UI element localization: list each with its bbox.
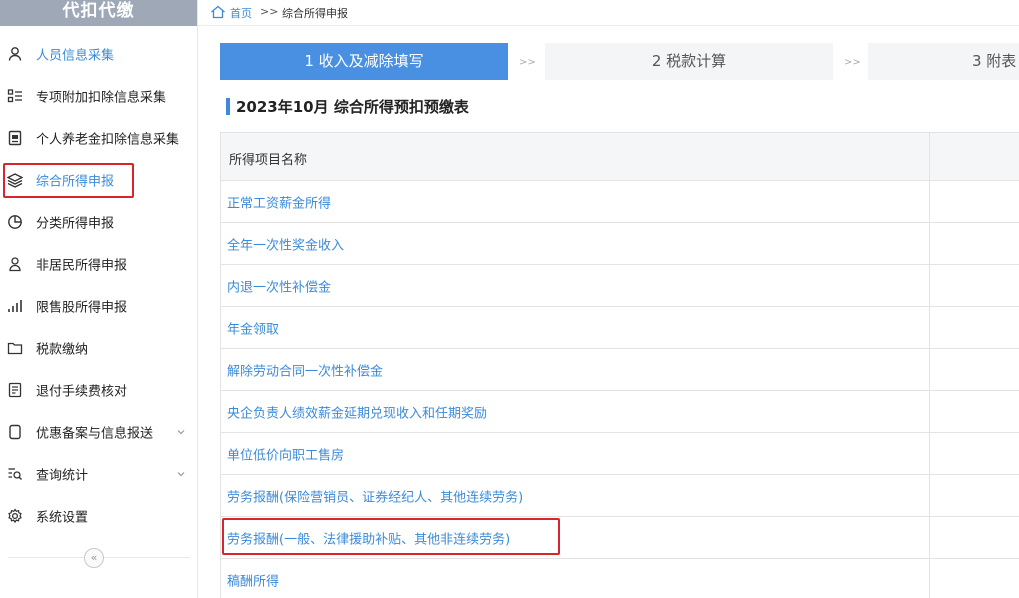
- sidebar-item-personnel-info[interactable]: 人员信息采集: [0, 35, 198, 73]
- person-icon: [6, 45, 24, 63]
- table-row[interactable]: 单位低价向职工售房: [221, 433, 1019, 475]
- page-title: 2023年10月 综合所得预扣预缴表: [236, 98, 469, 116]
- sidebar-item-label: 系统设置: [36, 510, 89, 526]
- highlight-box-table-row: [222, 518, 560, 555]
- step-attachment-label: 3 附表: [972, 52, 1017, 70]
- folder-icon: [6, 339, 24, 357]
- search-list-icon: [6, 465, 24, 483]
- sidebar-item-preferential-filing[interactable]: 优惠备案与信息报送: [0, 413, 198, 451]
- step-tax-calculation[interactable]: 2 税款计算: [545, 43, 833, 80]
- highlight-box-sidebar: [3, 163, 134, 198]
- sidebar-item-special-deduction[interactable]: 专项附加扣除信息采集: [0, 77, 198, 115]
- receipt-icon: [6, 381, 24, 399]
- file-icon: [6, 423, 24, 441]
- list-icon: [6, 87, 24, 105]
- sidebar-item-label: 个人养老金扣除信息采集: [36, 132, 180, 148]
- step-arrow: >>: [844, 57, 861, 68]
- table-row[interactable]: 稿酬所得: [221, 559, 1019, 598]
- sidebar-item-label: 退付手续费核对: [36, 384, 128, 400]
- sidebar-item-label: 优惠备案与信息报送: [36, 426, 154, 442]
- row-link[interactable]: 全年一次性奖金收入: [227, 234, 344, 253]
- table-row[interactable]: 央企负责人绩效薪金延期兑现收入和任期奖励: [221, 391, 1019, 433]
- chevron-down-icon: [177, 472, 185, 477]
- row-link[interactable]: 年金领取: [227, 318, 279, 337]
- row-link[interactable]: 稿酬所得: [227, 570, 279, 589]
- sidebar-item-label: 非居民所得申报: [36, 258, 128, 274]
- sidebar-item-system-settings[interactable]: 系统设置: [0, 497, 198, 535]
- table-row[interactable]: 解除劳动合同一次性补偿金: [221, 349, 1019, 391]
- sidebar-item-label: 人员信息采集: [36, 48, 115, 64]
- sidebar-item-label: 税款缴纳: [36, 342, 89, 358]
- user-outline-icon: [6, 255, 24, 273]
- sidebar-item-classified-income[interactable]: 分类所得申报: [0, 203, 198, 241]
- table-row[interactable]: 年金领取: [221, 307, 1019, 349]
- table-row[interactable]: 劳务报酬(保险营销员、证券经纪人、其他连续劳务): [221, 475, 1019, 517]
- row-link[interactable]: 内退一次性补偿金: [227, 276, 331, 295]
- sidebar-collapse-button[interactable]: «: [84, 548, 104, 568]
- breadcrumb-separator: >>: [260, 5, 279, 18]
- row-link[interactable]: 央企负责人绩效薪金延期兑现收入和任期奖励: [227, 402, 487, 421]
- breadcrumb-current: 综合所得申报: [282, 7, 348, 20]
- sidebar-header: 代扣代缴: [0, 0, 197, 26]
- gear-icon: [6, 507, 24, 525]
- row-link[interactable]: 劳务报酬(保险营销员、证券经纪人、其他连续劳务): [227, 486, 523, 505]
- sidebar-item-query-statistics[interactable]: 查询统计: [0, 455, 198, 493]
- sidebar-item-label: 查询统计: [36, 468, 89, 484]
- home-icon: [211, 5, 225, 19]
- step-income-deduction[interactable]: 1 收入及减除填写: [220, 43, 508, 80]
- row-link[interactable]: 正常工资薪金所得: [227, 192, 331, 211]
- step-arrow: >>: [519, 57, 536, 68]
- document-icon: [6, 129, 24, 147]
- pie-chart-icon: [6, 213, 24, 231]
- table-row[interactable]: 正常工资薪金所得: [221, 181, 1019, 223]
- step-attachment[interactable]: 3 附表: [868, 43, 1019, 80]
- row-link[interactable]: 单位低价向职工售房: [227, 444, 344, 463]
- chevron-down-icon: [177, 430, 185, 435]
- sidebar-item-pension-deduction[interactable]: 个人养老金扣除信息采集: [0, 119, 198, 157]
- table-row[interactable]: 内退一次性补偿金: [221, 265, 1019, 307]
- sidebar-item-label: 专项附加扣除信息采集: [36, 90, 167, 106]
- column-header-item-name: 所得项目名称: [229, 153, 308, 168]
- row-link[interactable]: 解除劳动合同一次性补偿金: [227, 360, 383, 379]
- table-row[interactable]: 全年一次性奖金收入: [221, 223, 1019, 265]
- sidebar-item-nonresident-income[interactable]: 非居民所得申报: [0, 245, 198, 283]
- breadcrumb-home-link[interactable]: 首页: [230, 5, 252, 21]
- breadcrumb: 首页 >> 综合所得申报: [198, 0, 1019, 26]
- sidebar-item-refund-fee[interactable]: 退付手续费核对: [0, 371, 198, 409]
- sidebar-item-label: 分类所得申报: [36, 216, 115, 232]
- sidebar-item-label: 限售股所得申报: [36, 300, 128, 316]
- title-accent-bar: [226, 98, 230, 115]
- bar-chart-icon: [6, 297, 24, 315]
- sidebar: 代扣代缴 人员信息采集 专项附加扣除信息采集 个人养老金扣除信息采集 综合所得申…: [0, 0, 198, 598]
- sidebar-item-tax-payment[interactable]: 税款缴纳: [0, 329, 198, 367]
- table-header: 所得项目名称: [221, 133, 1019, 181]
- sidebar-item-restricted-shares[interactable]: 限售股所得申报: [0, 287, 198, 325]
